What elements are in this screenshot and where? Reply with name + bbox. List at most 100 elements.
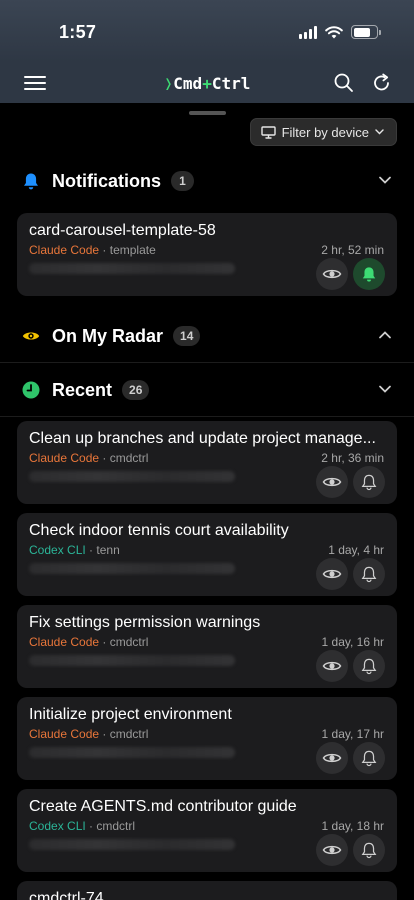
eye-icon	[322, 845, 342, 855]
bell-icon	[361, 842, 377, 858]
blurred-preview	[29, 839, 235, 850]
logo-cmd: Cmd	[173, 74, 203, 93]
section-on-my-radar[interactable]: On My Radar 14	[0, 310, 414, 362]
section-count: 14	[173, 326, 201, 346]
chevron-up-icon	[379, 331, 391, 339]
eye-icon	[322, 569, 342, 579]
wifi-icon	[325, 26, 343, 39]
watch-button[interactable]	[316, 834, 348, 866]
session-card[interactable]: card-carousel-template-58 Claude Code · …	[17, 213, 397, 296]
bell-icon	[361, 658, 377, 674]
card-timestamp: 1 day, 4 hr	[328, 543, 384, 557]
section-divider	[0, 362, 414, 363]
bell-icon	[361, 566, 377, 582]
card-meta: Claude Code · cmdctrl	[29, 727, 148, 741]
bell-icon	[361, 750, 377, 766]
card-title: card-carousel-template-58	[29, 222, 216, 239]
card-meta: Claude Code · cmdctrl	[29, 451, 148, 465]
eye-icon	[22, 327, 40, 345]
eye-icon	[322, 269, 342, 279]
battery-icon	[351, 25, 381, 39]
notify-button[interactable]	[353, 834, 385, 866]
project-label: cmdctrl	[96, 819, 136, 833]
project-label: template	[109, 243, 156, 257]
card-meta: Codex CLI · tenn	[29, 543, 120, 557]
blurred-preview	[29, 471, 235, 482]
agent-label: Claude Code	[29, 243, 100, 257]
cellular-signal-icon	[299, 25, 317, 39]
session-card[interactable]: Clean up branches and update project man…	[17, 421, 397, 504]
watch-button[interactable]	[316, 466, 348, 498]
watch-button[interactable]	[316, 742, 348, 774]
section-divider	[0, 416, 414, 417]
blurred-preview	[29, 655, 235, 666]
meta-separator: ·	[89, 543, 94, 557]
logo-ctrl: Ctrl	[211, 74, 251, 93]
card-title: Fix settings permission warnings	[29, 614, 261, 631]
agent-label: Claude Code	[29, 727, 100, 741]
card-meta: Claude Code · template	[29, 243, 156, 257]
notify-button-active[interactable]	[353, 258, 385, 290]
meta-separator: ·	[102, 635, 107, 649]
status-bar: 1:57	[0, 0, 414, 62]
project-label: cmdctrl	[109, 451, 149, 465]
project-label: cmdctrl	[109, 727, 149, 741]
notify-button[interactable]	[353, 558, 385, 590]
bell-icon	[362, 266, 376, 282]
sheet-handle[interactable]	[189, 111, 226, 115]
section-title: Recent	[52, 379, 113, 400]
bell-icon	[22, 172, 40, 190]
app-header: ❭Cmd+Ctrl	[0, 62, 414, 103]
section-recent[interactable]: Recent 26	[0, 364, 414, 416]
agent-label: Codex CLI	[29, 819, 86, 833]
notify-button[interactable]	[353, 742, 385, 774]
meta-separator: ·	[102, 727, 107, 741]
agent-label: Claude Code	[29, 635, 100, 649]
section-count: 1	[171, 171, 195, 191]
filter-label: Filter by device	[281, 124, 369, 140]
meta-separator: ·	[102, 451, 107, 465]
meta-separator: ·	[89, 819, 94, 833]
status-time: 1:57	[59, 22, 97, 42]
blurred-preview	[29, 747, 235, 758]
session-card[interactable]: Create AGENTS.md contributor guide Codex…	[17, 789, 397, 872]
card-title: cmdctrl-74	[29, 890, 104, 900]
card-title: Clean up branches and update project man…	[29, 430, 376, 447]
section-notifications[interactable]: Notifications 1	[0, 155, 414, 207]
card-title: Create AGENTS.md contributor guide	[29, 798, 297, 815]
session-card[interactable]: Initialize project environment Claude Co…	[17, 697, 397, 780]
notify-button[interactable]	[353, 466, 385, 498]
filter-by-device-button[interactable]: Filter by device	[249, 118, 397, 146]
logo-chevron: ❭	[163, 74, 174, 93]
card-timestamp: 2 hr, 36 min	[321, 451, 384, 465]
notify-button[interactable]	[353, 650, 385, 682]
eye-icon	[322, 661, 342, 671]
clock-icon	[22, 381, 40, 399]
card-timestamp: 1 day, 18 hr	[321, 819, 384, 833]
watch-button[interactable]	[316, 258, 348, 290]
refresh-icon[interactable]	[371, 72, 393, 94]
chevron-down-icon	[379, 385, 391, 393]
bell-icon	[361, 474, 377, 490]
section-title: On My Radar	[52, 325, 164, 346]
eye-icon	[322, 477, 342, 487]
status-icons	[299, 25, 381, 39]
monitor-icon	[260, 125, 276, 139]
session-card[interactable]: Check indoor tennis court availability C…	[17, 513, 397, 596]
blurred-preview	[29, 563, 235, 574]
chevron-down-icon	[375, 129, 384, 135]
card-meta: Codex CLI · cmdctrl	[29, 819, 135, 833]
card-title: Initialize project environment	[29, 706, 232, 723]
watch-button[interactable]	[316, 650, 348, 682]
chevron-down-icon	[379, 176, 391, 184]
session-card[interactable]: Fix settings permission warnings Claude …	[17, 605, 397, 688]
search-icon[interactable]	[333, 72, 355, 94]
section-title: Notifications	[52, 170, 162, 191]
project-label: tenn	[96, 543, 120, 557]
session-card[interactable]: cmdctrl-74	[17, 881, 397, 900]
watch-button[interactable]	[316, 558, 348, 590]
agent-label: Codex CLI	[29, 543, 86, 557]
agent-label: Claude Code	[29, 451, 100, 465]
card-timestamp: 1 day, 16 hr	[321, 635, 384, 649]
meta-separator: ·	[102, 243, 107, 257]
